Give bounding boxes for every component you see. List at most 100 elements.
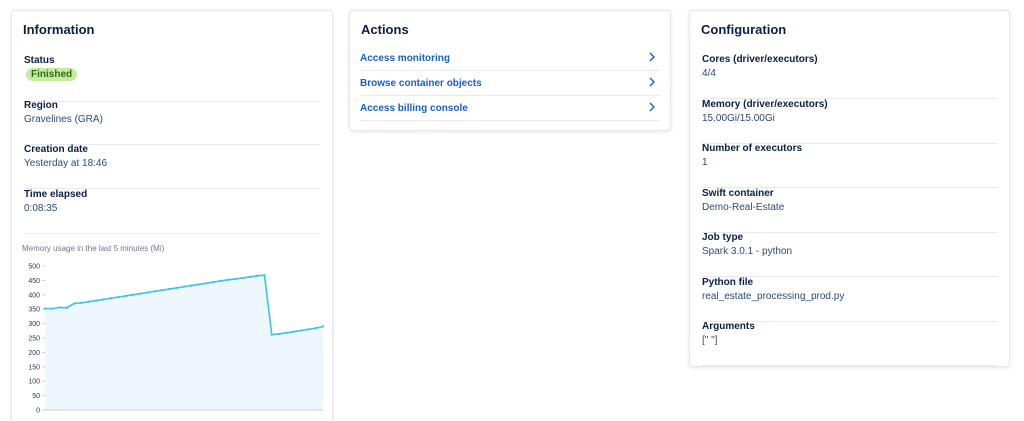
data-point xyxy=(65,306,69,309)
y-tick-label: 350 xyxy=(28,307,40,314)
creation-date-value: Yesterday at 18:46 xyxy=(24,158,108,169)
data-point xyxy=(160,288,164,292)
action-access-monitoring[interactable]: Access monitoring xyxy=(360,46,660,71)
action-label[interactable]: Access billing console xyxy=(360,103,468,114)
data-point xyxy=(80,301,83,305)
config-value: 15.00Gi/15.00Gi xyxy=(702,113,775,124)
data-point xyxy=(51,307,54,310)
information-title: Information xyxy=(23,22,95,37)
data-point xyxy=(219,279,222,283)
data-point xyxy=(197,283,200,286)
region-label: Region xyxy=(24,100,58,111)
creation-date-label: Creation date xyxy=(24,144,88,155)
status-field: Status Finished xyxy=(24,55,320,102)
y-tick-label: 50 xyxy=(32,393,40,400)
config-value: 4/4 xyxy=(702,68,716,79)
config-label: Arguments xyxy=(702,321,755,332)
data-point xyxy=(241,276,244,280)
data-point xyxy=(109,297,113,300)
data-point xyxy=(146,291,149,294)
y-tick-label: 100 xyxy=(28,379,40,386)
data-point xyxy=(248,275,252,279)
data-point xyxy=(285,331,288,335)
action-label[interactable]: Access monitoring xyxy=(360,53,450,64)
data-point xyxy=(270,333,273,336)
data-point xyxy=(292,330,295,333)
region-value: Gravelines (GRA) xyxy=(24,114,103,125)
y-tick-label: 300 xyxy=(28,321,40,328)
chevron-right-icon xyxy=(649,77,655,87)
y-tick-label: 250 xyxy=(28,336,40,343)
config-memory-field: Memory (driver/executors) 15.00Gi/15.00G… xyxy=(702,99,997,144)
y-tick-label: 200 xyxy=(28,350,40,357)
config-label: Cores (driver/executors) xyxy=(702,54,818,65)
chevron-right-icon xyxy=(649,102,655,112)
information-card: Information Status Finished Region Grave… xyxy=(11,10,333,421)
action-label[interactable]: Browse container objects xyxy=(360,78,482,89)
y-tick-label: 400 xyxy=(28,292,40,299)
data-point xyxy=(226,278,230,282)
data-point xyxy=(175,286,178,290)
config-label: Python file xyxy=(702,277,754,288)
data-point xyxy=(314,327,317,330)
action-browse-container-objects[interactable]: Browse container objects xyxy=(360,71,660,96)
data-point xyxy=(116,295,120,299)
status-label: Status xyxy=(24,55,55,66)
config-value: 1 xyxy=(702,157,708,168)
data-point xyxy=(153,290,156,293)
actions-card: Actions Access monitoring Browse contain… xyxy=(349,10,671,131)
chart-title: Memory usage in the last 5 minutes (Mi) xyxy=(22,244,165,253)
creation-date-field: Creation date Yesterday at 18:46 xyxy=(24,144,320,189)
y-tick-label: 150 xyxy=(28,364,40,371)
y-tick-label: 0 xyxy=(36,408,40,415)
data-point xyxy=(102,298,105,301)
data-point xyxy=(43,307,47,310)
action-access-billing-console[interactable]: Access billing console xyxy=(360,96,660,121)
data-point xyxy=(138,292,142,295)
config-value: Demo-Real-Estate xyxy=(702,202,785,213)
config-label: Number of executors xyxy=(702,143,803,154)
data-point xyxy=(95,299,98,302)
memory-area xyxy=(45,275,323,410)
config-value: Spark 3.0.1 - python xyxy=(702,246,793,257)
region-field: Region Gravelines (GRA) xyxy=(24,100,320,145)
config-label: Swift container xyxy=(702,188,774,199)
config-value: [" "] xyxy=(702,335,718,346)
data-point xyxy=(131,293,134,296)
y-tick-label: 450 xyxy=(28,278,40,285)
data-point xyxy=(255,274,259,277)
data-point xyxy=(234,277,237,281)
config-value: real_estate_processing_prod.py xyxy=(702,291,845,302)
config-python-file-field: Python file real_estate_processing_prod.… xyxy=(702,277,997,322)
data-point xyxy=(321,325,325,328)
data-point xyxy=(299,329,303,332)
config-job-type-field: Job type Spark 3.0.1 - python xyxy=(702,232,997,277)
data-point xyxy=(190,284,193,287)
config-label: Job type xyxy=(702,232,744,243)
data-point xyxy=(212,280,215,284)
data-point xyxy=(168,287,171,291)
configuration-title: Configuration xyxy=(701,22,787,37)
config-swift-container-field: Swift container Demo-Real-Estate xyxy=(702,188,997,233)
data-point xyxy=(204,282,208,285)
data-point xyxy=(73,302,76,305)
config-label: Memory (driver/executors) xyxy=(702,99,828,110)
actions-title: Actions xyxy=(361,22,409,37)
status-badge: Finished xyxy=(26,68,78,81)
config-cores-field: Cores (driver/executors) 4/4 xyxy=(702,54,997,99)
data-point xyxy=(263,274,266,277)
time-elapsed-field: Time elapsed 0:08:35 xyxy=(24,189,320,234)
data-point xyxy=(58,306,61,309)
data-point xyxy=(182,285,186,288)
config-arguments-field: Arguments [" "] xyxy=(702,321,997,366)
config-executors-field: Number of executors 1 xyxy=(702,143,997,188)
data-point xyxy=(307,328,310,331)
memory-usage-chart: 0 50 100 150 200 250 300 350 400 450 500 xyxy=(28,264,325,415)
data-point xyxy=(124,294,127,298)
time-elapsed-label: Time elapsed xyxy=(24,189,88,200)
data-point xyxy=(277,332,281,336)
y-tick-label: 500 xyxy=(28,264,40,271)
time-elapsed-value: 0:08:35 xyxy=(24,203,58,214)
configuration-card: Configuration Cores (driver/executors) 4… xyxy=(689,10,1010,367)
chevron-right-icon xyxy=(649,52,655,62)
